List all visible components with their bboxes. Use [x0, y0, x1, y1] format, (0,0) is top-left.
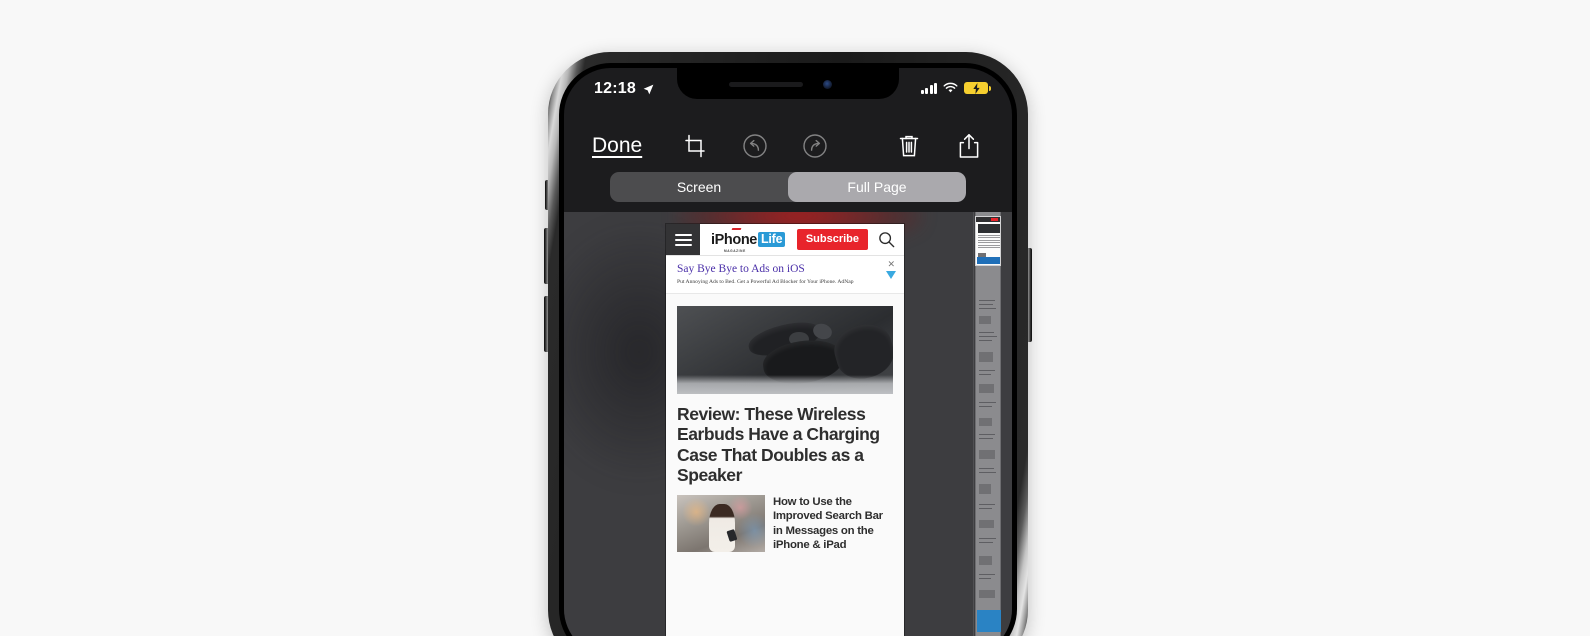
secondary-article-title[interactable]: How to Use the Improved Search Bar in Me… — [773, 495, 893, 552]
screenshot-preview-area[interactable]: iPhone Life MAGAZINE Subscribe Say Bye B… — [564, 212, 1012, 636]
viewport-hero-thumb — [978, 224, 1000, 233]
adchoices-icon[interactable] — [886, 271, 896, 279]
segment-full-page[interactable]: Full Page — [788, 172, 966, 202]
redo-icon[interactable] — [798, 129, 832, 163]
page-strip-content — [976, 212, 1001, 636]
viewport-subscribe-mark — [991, 218, 998, 221]
status-indicators-group — [920, 78, 991, 94]
charging-bolt-icon — [972, 82, 980, 94]
logo-accent-mark — [731, 228, 742, 230]
device-screen: 12:18 Done Screen Full Page iPhone Life … — [564, 68, 1012, 636]
search-icon[interactable] — [868, 224, 904, 255]
current-viewport-box[interactable] — [975, 216, 1001, 266]
logo-tagline: MAGAZINE — [724, 249, 746, 253]
secondary-article[interactable]: How to Use the Improved Search Bar in Me… — [677, 495, 893, 553]
screenshot-editor-toolbar: Done — [564, 124, 1012, 168]
ad-banner[interactable]: Say Bye Bye to Ads on iOS Put Annoying A… — [666, 256, 904, 294]
subscribe-button[interactable]: Subscribe — [796, 229, 868, 250]
secondary-article-thumbnail[interactable] — [677, 495, 765, 553]
strip-highlight-block — [977, 610, 1001, 632]
logo-primary-text: iPhone — [711, 231, 757, 248]
article-headline[interactable]: Review: These Wireless Earbuds Have a Ch… — [677, 404, 893, 485]
segment-screen[interactable]: Screen — [610, 172, 788, 202]
site-logo[interactable]: iPhone Life MAGAZINE — [700, 224, 786, 255]
logo-secondary-text: Life — [757, 232, 786, 247]
undo-icon[interactable] — [738, 129, 772, 163]
iphone-device-frame: 12:18 Done Screen Full Page iPhone Life … — [548, 52, 1028, 636]
share-icon[interactable] — [952, 129, 986, 163]
status-time-group: 12:18 — [594, 78, 655, 98]
hamburger-menu-icon[interactable] — [666, 224, 700, 255]
front-camera — [823, 80, 832, 89]
article-hero-image[interactable] — [677, 305, 893, 394]
done-button[interactable]: Done — [592, 134, 642, 158]
page-strip-rail — [973, 212, 974, 636]
crop-icon[interactable] — [678, 129, 712, 163]
wifi-icon — [943, 82, 958, 93]
battery-charging-icon — [964, 82, 991, 94]
full-page-thumbnail-scrollbar[interactable] — [975, 212, 1001, 636]
cellular-signal-bars-icon — [920, 82, 937, 94]
location-arrow-icon — [643, 84, 654, 94]
captured-page[interactable]: iPhone Life MAGAZINE Subscribe Say Bye B… — [666, 224, 904, 636]
device-bezel: 12:18 Done Screen Full Page iPhone Life … — [559, 63, 1017, 636]
capture-mode-segmented-control[interactable]: Screen Full Page — [610, 172, 966, 202]
trash-icon[interactable] — [892, 129, 926, 163]
status-time: 12:18 — [594, 80, 636, 97]
earpiece-speaker — [729, 82, 803, 87]
hero-surface-highlight — [677, 374, 893, 394]
viewport-blue-banner — [977, 257, 1000, 264]
thumbnail-person — [708, 504, 736, 553]
viewport-text-lines — [978, 235, 1000, 251]
close-icon[interactable]: ✕ — [887, 260, 895, 269]
site-header: iPhone Life MAGAZINE Subscribe — [666, 224, 904, 256]
device-notch — [677, 68, 899, 99]
ad-subtitle: Put Annoying Ads to Bed. Get a Powerful … — [677, 279, 854, 286]
ad-title[interactable]: Say Bye Bye to Ads on iOS — [677, 263, 894, 276]
screenshot-stage: 12:18 Done Screen Full Page iPhone Life … — [0, 0, 1590, 636]
